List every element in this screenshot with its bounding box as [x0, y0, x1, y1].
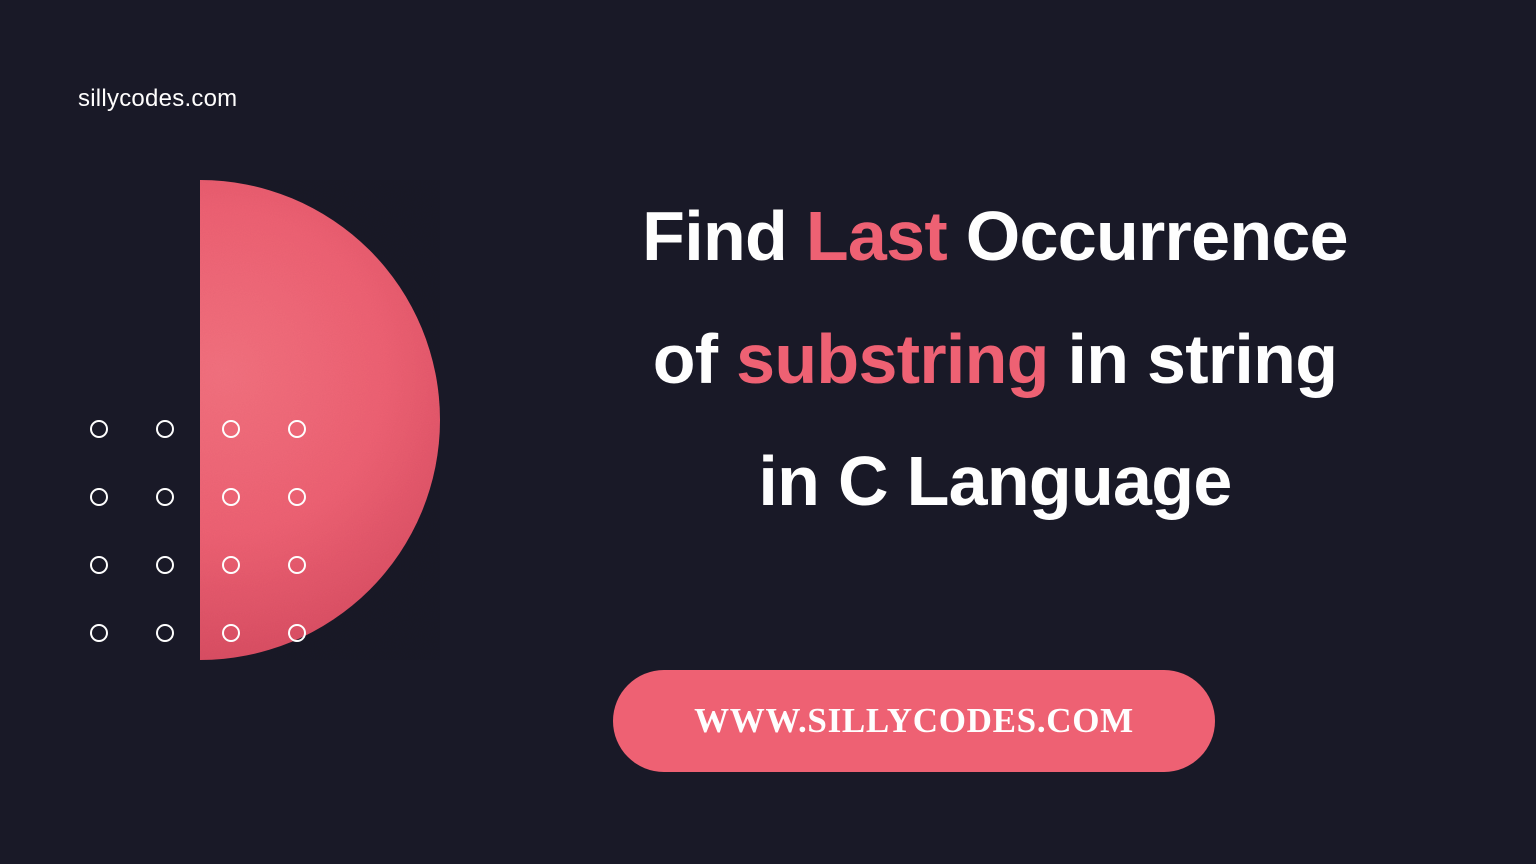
dot-icon — [288, 420, 306, 438]
title-part: Occurrence — [966, 197, 1348, 275]
website-pill[interactable]: WWW.SILLYCODES.COM — [613, 670, 1215, 772]
main-title: Find Last Occurrence of substring in str… — [540, 175, 1450, 543]
title-part: in C Language — [758, 442, 1231, 520]
dot-icon — [156, 556, 174, 574]
title-accent: Last — [806, 197, 947, 275]
title-part: in string — [1067, 320, 1337, 398]
dot-icon — [288, 556, 306, 574]
title-part: of — [653, 320, 718, 398]
dot-icon — [90, 488, 108, 506]
dot-icon — [156, 624, 174, 642]
dot-icon — [222, 624, 240, 642]
dot-icon — [222, 488, 240, 506]
dot-icon — [222, 420, 240, 438]
title-part: Find — [642, 197, 787, 275]
dots-grid — [90, 420, 306, 642]
dot-icon — [90, 624, 108, 642]
dot-icon — [222, 556, 240, 574]
dot-icon — [288, 624, 306, 642]
title-accent: substring — [736, 320, 1049, 398]
dot-icon — [90, 420, 108, 438]
pill-label: WWW.SILLYCODES.COM — [694, 701, 1134, 741]
dot-icon — [156, 420, 174, 438]
dot-icon — [156, 488, 174, 506]
dot-icon — [288, 488, 306, 506]
site-label: sillycodes.com — [78, 85, 237, 113]
dot-icon — [90, 556, 108, 574]
